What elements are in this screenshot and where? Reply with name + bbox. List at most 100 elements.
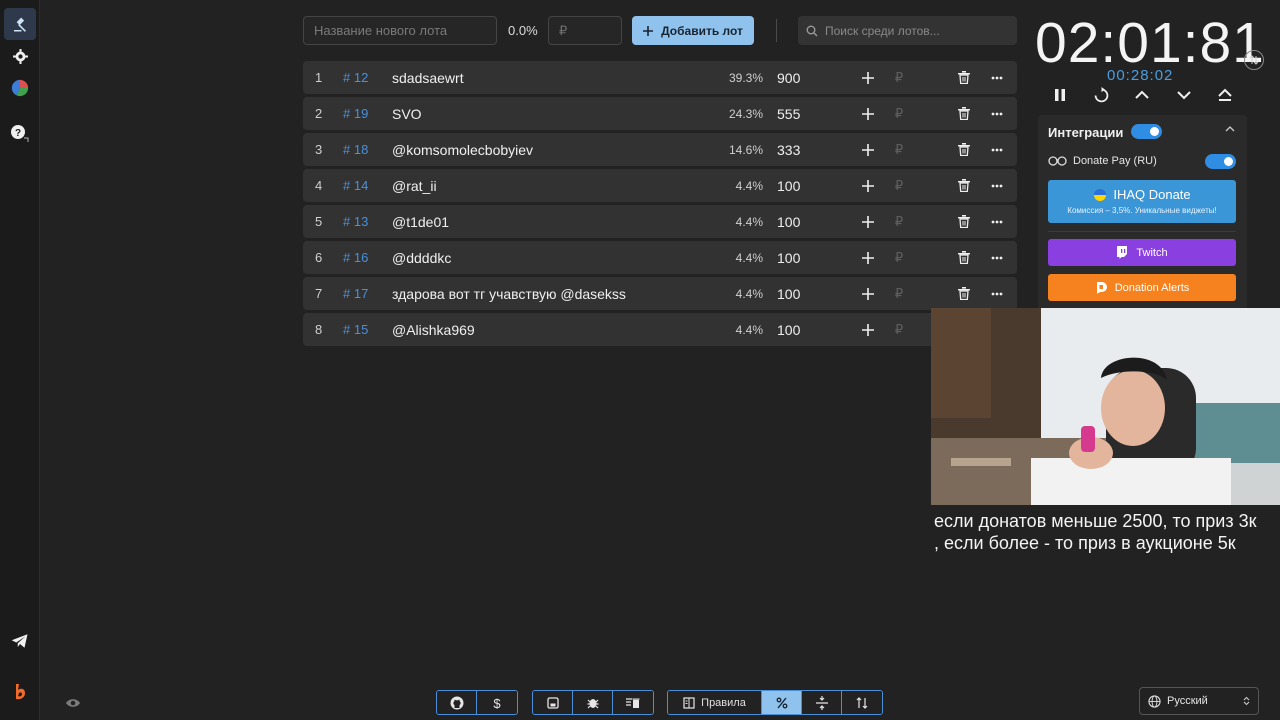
lot-name[interactable]: SVO [392,97,422,130]
lot-index: 8 [315,322,323,337]
toolbar-group-actions [532,690,654,715]
trash-icon[interactable] [956,169,972,202]
trash-icon[interactable] [956,205,972,238]
lot-amount-currency-input[interactable]: ₽ [893,241,905,274]
gear-icon[interactable] [4,40,36,72]
more-options-icon[interactable] [989,205,1005,238]
collapse-icon[interactable] [1216,86,1234,104]
donate-dollar-icon[interactable]: $ [477,691,517,714]
reset-icon[interactable] [1092,86,1110,104]
chevron-up-icon[interactable] [1133,86,1151,104]
save-icon[interactable] [533,691,573,714]
lot-amount-currency-input[interactable]: ₽ [893,277,905,310]
donation-alerts-label: Donation Alerts [1114,281,1190,294]
rules-button[interactable]: Правила [668,691,762,714]
lot-amount-currency-input[interactable]: ₽ [893,133,905,166]
lot-search[interactable] [798,16,1017,45]
lot-amount-currency-input[interactable]: ₽ [893,205,905,238]
github-icon[interactable] [437,691,477,714]
add-amount-plus-icon[interactable] [860,241,876,274]
brand-logo[interactable] [4,676,36,708]
chevron-down-icon[interactable] [1175,86,1193,104]
lot-amount[interactable]: 900 [777,61,800,94]
more-options-icon[interactable] [989,133,1005,166]
lot-index: 1 [315,70,323,85]
donation-alerts-button[interactable]: Donation Alerts [1048,274,1236,301]
lot-name[interactable]: @Alishka969 [392,313,475,346]
lot-name[interactable]: @komsomolecbobyiev [392,133,533,166]
pie-chart-icon[interactable] [4,72,36,104]
chevron-up-icon[interactable] [1225,125,1235,133]
lot-amount[interactable]: 555 [777,97,800,130]
lot-amount[interactable]: 100 [777,241,800,274]
swap-icon[interactable] [1244,50,1264,70]
integrations-toggle[interactable] [1131,124,1162,139]
more-options-icon[interactable] [989,277,1005,310]
eye-icon[interactable] [65,696,81,710]
lot-id: # 12 [343,70,369,85]
donate-pay-toggle[interactable] [1205,154,1236,169]
more-options-icon[interactable] [989,169,1005,202]
rules-label: Правила [701,696,746,709]
add-lot-button[interactable]: Добавить лот [632,16,754,45]
lot-amount[interactable]: 100 [777,313,800,346]
lot-name[interactable]: @rat_ii [392,169,437,202]
lot-name[interactable]: @ddddkc [392,241,451,274]
twitch-button[interactable]: Twitch [1048,239,1236,266]
add-amount-plus-icon[interactable] [860,169,876,202]
svg-text:?: ? [15,128,21,139]
ihaq-donate-card[interactable]: IHAQ Donate Комиссия – 3,5%. Уникальные … [1048,180,1236,223]
add-amount-plus-icon[interactable] [860,205,876,238]
add-amount-plus-icon[interactable] [860,133,876,166]
new-lot-amount-input[interactable] [548,16,622,45]
percent-icon[interactable] [762,691,802,714]
lot-amount-currency-input[interactable]: ₽ [893,97,905,130]
sort-icon[interactable] [842,691,882,714]
gavel-icon[interactable] [4,8,36,40]
trash-icon[interactable] [956,241,972,274]
lot-amount[interactable]: 100 [777,277,800,310]
help-icon[interactable]: ? [4,118,36,150]
lot-amount[interactable]: 333 [777,133,800,166]
add-amount-plus-icon[interactable] [860,97,876,130]
telegram-icon[interactable] [4,625,36,657]
search-input[interactable] [825,23,1005,38]
svg-text:$: $ [493,696,501,710]
add-amount-plus-icon[interactable] [860,61,876,94]
lot-row: 1 # 12 sdadsaewrt 39.3% 900 ₽ [303,61,1017,94]
compact-view-icon[interactable] [802,691,842,714]
more-options-icon[interactable] [989,97,1005,130]
caption-line-1: если донатов меньше 2500, то приз 3к [934,511,1257,531]
lot-name[interactable]: здарова вот тг учавствую @dasekss [392,277,626,310]
new-lot-name-input[interactable] [303,16,497,45]
lot-amount-currency-input[interactable]: ₽ [893,313,905,346]
lot-amount[interactable]: 100 [777,205,800,238]
lot-id: # 18 [343,142,369,157]
lot-id: # 19 [343,106,369,121]
lot-index: 2 [315,106,323,121]
add-amount-plus-icon[interactable] [860,277,876,310]
trash-icon[interactable] [956,97,972,130]
toolbar-group-view: Правила [667,690,883,715]
trash-icon[interactable] [956,133,972,166]
donation-alerts-icon [1096,282,1107,294]
lot-amount[interactable]: 100 [777,169,800,202]
lot-amount-currency-input[interactable]: ₽ [893,61,905,94]
trash-icon[interactable] [956,277,972,310]
clear-all-icon[interactable] [613,691,653,714]
trash-icon[interactable] [956,61,972,94]
lot-amount-currency-input[interactable]: ₽ [893,169,905,202]
bug-icon[interactable] [573,691,613,714]
more-options-icon[interactable] [989,61,1005,94]
pause-icon[interactable] [1051,86,1069,104]
donate-pay-label: Donate Pay (RU) [1073,155,1157,167]
lot-id: # 16 [343,250,369,265]
overlay-caption: если донатов меньше 2500, то приз 3к , е… [934,510,1280,554]
more-options-icon[interactable] [989,241,1005,274]
new-lot-percent: 0.0% [508,23,538,38]
webcam-overlay [931,308,1280,505]
add-amount-plus-icon[interactable] [860,313,876,346]
lot-name[interactable]: sdadsaewrt [392,61,464,94]
lot-name[interactable]: @t1de01 [392,205,449,238]
language-select[interactable]: Русский [1139,687,1259,715]
